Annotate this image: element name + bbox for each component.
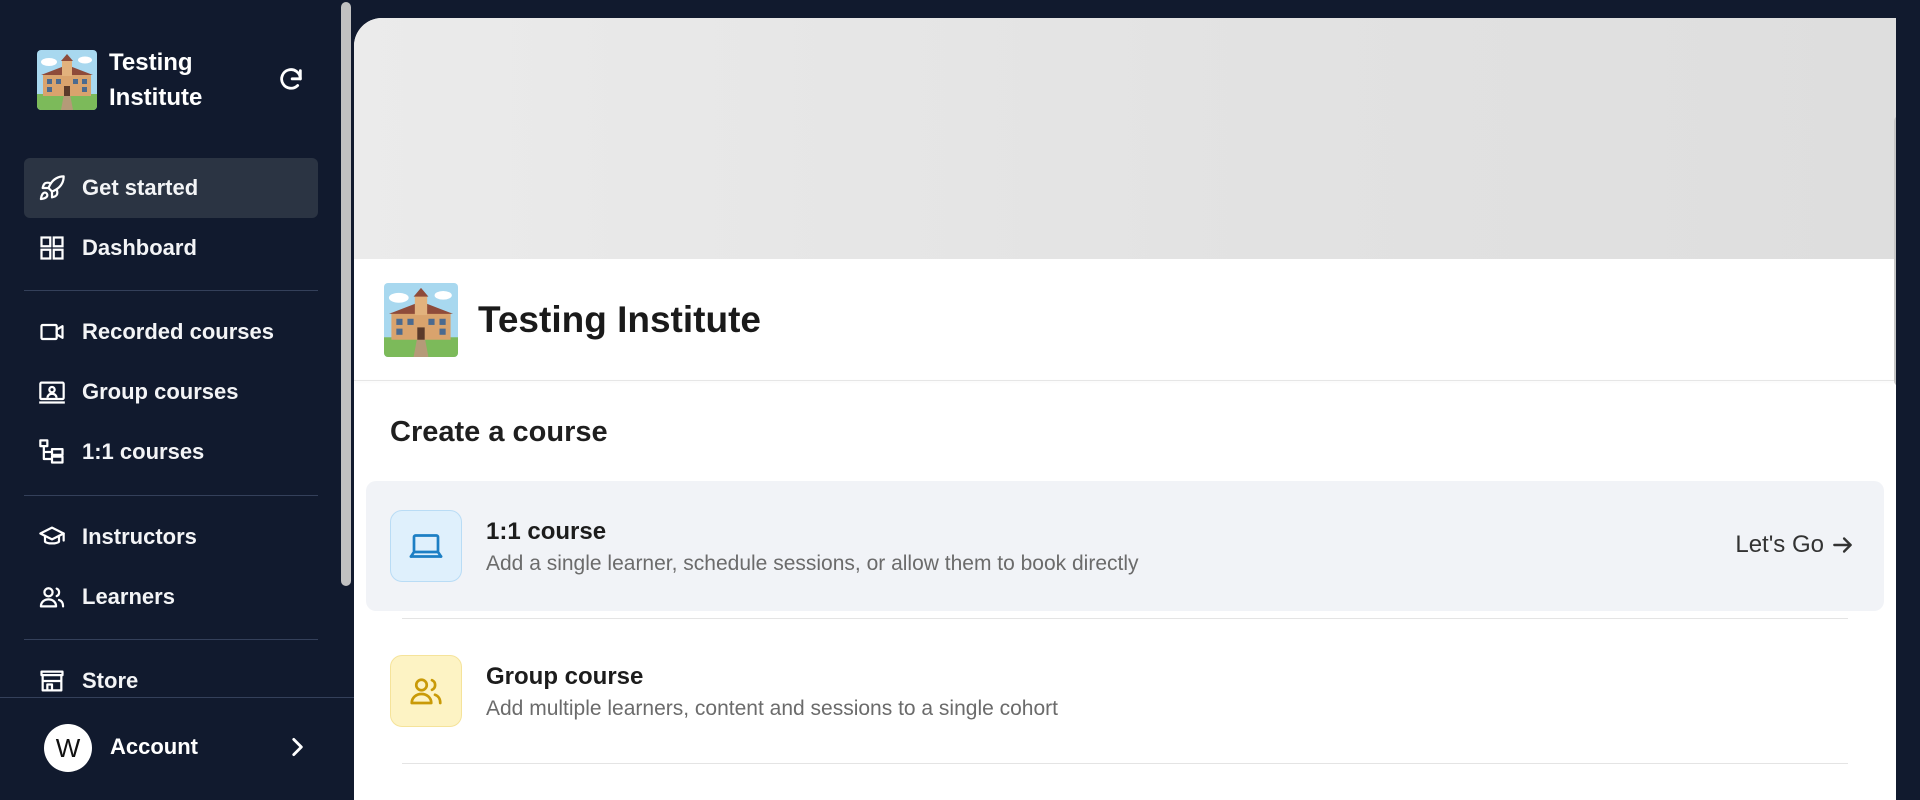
sidebar-item-label: Group courses xyxy=(82,379,239,404)
users-icon xyxy=(390,655,462,727)
course-divider xyxy=(402,763,1848,764)
cover-banner xyxy=(354,18,1896,259)
sidebar-item-group-courses[interactable]: Group courses xyxy=(24,362,318,422)
institute-header: Testing Institute xyxy=(384,283,761,357)
org-logo xyxy=(37,50,97,110)
presentation-icon xyxy=(38,378,66,406)
sidebar-item-dashboard[interactable]: Dashboard xyxy=(24,218,318,278)
video-icon xyxy=(38,318,66,346)
sidebar-item-label: Instructors xyxy=(82,524,197,549)
account-label: Account xyxy=(110,734,198,759)
sidebar-item-learners[interactable]: Learners xyxy=(24,567,318,627)
sidebar-item-label: Store xyxy=(82,668,139,693)
section-title: Create a course xyxy=(390,416,608,448)
sidebar-divider xyxy=(24,495,318,496)
laptop-icon xyxy=(390,510,462,582)
hierarchy-icon xyxy=(38,438,66,466)
main-scrollbar[interactable] xyxy=(1894,116,1896,386)
store-icon xyxy=(38,667,66,695)
sidebar-item-one-on-one-courses[interactable]: 1:1 courses xyxy=(24,422,318,482)
course-option-description: Add multiple learners, content and sessi… xyxy=(486,697,1058,720)
course-option-title: Group course xyxy=(486,663,644,690)
header-divider xyxy=(354,380,1896,381)
sidebar-item-instructors[interactable]: Instructors xyxy=(24,507,318,567)
grid-icon xyxy=(38,234,66,262)
sidebar-item-label: 1:1 courses xyxy=(82,439,205,464)
course-option-group[interactable]: Group course Add multiple learners, cont… xyxy=(366,626,1884,756)
refresh-icon[interactable] xyxy=(277,66,305,94)
lets-go-button[interactable]: Let's Go xyxy=(1735,531,1856,559)
sidebar-item-label: Recorded courses xyxy=(82,319,274,344)
sidebar-divider xyxy=(24,639,318,640)
sidebar-scrollbar[interactable] xyxy=(341,2,351,586)
institute-logo xyxy=(384,283,458,357)
arrow-right-icon xyxy=(1833,537,1852,553)
graduation-cap-icon xyxy=(38,523,66,551)
sidebar-divider xyxy=(24,290,318,291)
sidebar: Testing Institute Get started Dashboard xyxy=(0,0,354,800)
rocket-icon xyxy=(38,174,66,202)
sidebar-item-label: Dashboard xyxy=(82,235,197,260)
course-option-description: Add a single learner, schedule sessions,… xyxy=(486,552,1139,575)
institute-name: Testing Institute xyxy=(478,299,761,340)
main-panel: Testing Institute Create a course 1:1 co… xyxy=(354,18,1896,800)
org-name: Testing Institute xyxy=(109,49,203,111)
account-menu[interactable]: W Account xyxy=(0,697,354,800)
course-divider xyxy=(402,618,1848,619)
sidebar-item-recorded-courses[interactable]: Recorded courses xyxy=(24,302,318,362)
avatar: W xyxy=(44,724,92,772)
sidebar-item-label: Get started xyxy=(82,175,199,200)
course-option-title: 1:1 course xyxy=(486,518,607,545)
course-option-one-on-one[interactable]: 1:1 course Add a single learner, schedul… xyxy=(366,481,1884,611)
users-icon xyxy=(38,583,66,611)
chevron-right-icon xyxy=(284,734,310,760)
lets-go-label: Let's Go xyxy=(1735,531,1824,558)
org-header: Testing Institute xyxy=(37,49,307,111)
sidebar-item-get-started[interactable]: Get started xyxy=(24,158,318,218)
sidebar-item-label: Learners xyxy=(82,584,175,609)
